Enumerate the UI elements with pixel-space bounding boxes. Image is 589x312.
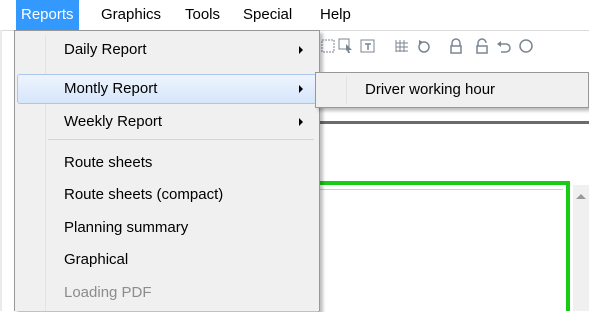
submenu-arrow-icon bbox=[299, 85, 303, 93]
menu-tools[interactable]: Tools bbox=[180, 0, 225, 30]
menu-item-weekly-report[interactable]: Weekly Report bbox=[17, 107, 317, 137]
menu-bar: Reports Graphics Tools Special Help bbox=[0, 0, 589, 31]
menu-item-graphical[interactable]: Graphical bbox=[17, 245, 317, 275]
menu-item-driver-working-hour[interactable]: Driver working hour bbox=[319, 75, 587, 105]
canvas-area[interactable] bbox=[318, 189, 563, 312]
menu-item-montly-report[interactable]: Montly Report bbox=[17, 74, 317, 104]
menu-item-label: Planning summary bbox=[64, 219, 189, 236]
menu-item-label: Route sheets bbox=[64, 154, 153, 171]
menu-item-loading-pdf[interactable]: Loading PDF bbox=[17, 278, 317, 308]
menu-item-route-sheets-compact[interactable]: Route sheets (compact) bbox=[17, 180, 317, 210]
menu-item-daily-report[interactable]: Daily Report bbox=[17, 35, 317, 65]
select-icon[interactable] bbox=[320, 38, 336, 54]
undo-icon[interactable] bbox=[496, 38, 512, 54]
menu-separator bbox=[48, 139, 314, 140]
vertical-scrollbar[interactable] bbox=[573, 185, 589, 311]
grid-icon[interactable] bbox=[394, 38, 410, 54]
submenu-arrow-icon bbox=[299, 118, 303, 126]
panel-divider bbox=[316, 121, 589, 124]
scroll-up-icon[interactable] bbox=[576, 194, 586, 199]
menu-item-planning-summary[interactable]: Planning summary bbox=[17, 213, 317, 243]
menu-item-label: Driver working hour bbox=[365, 81, 496, 98]
unlock-icon[interactable] bbox=[474, 38, 490, 54]
menu-help[interactable]: Help bbox=[315, 0, 356, 30]
menu-item-label: Daily Report bbox=[64, 41, 147, 58]
menu-item-route-sheets[interactable]: Route sheets bbox=[17, 148, 317, 178]
montly-report-submenu: Driver working hour bbox=[315, 72, 589, 108]
menu-graphics[interactable]: Graphics bbox=[96, 0, 166, 30]
menu-item-label: Route sheets (compact) bbox=[64, 186, 224, 203]
refresh-icon[interactable] bbox=[416, 38, 432, 54]
text-tool-icon[interactable] bbox=[360, 38, 376, 54]
canvas-border-top bbox=[316, 181, 570, 185]
lock-icon[interactable] bbox=[448, 38, 464, 54]
menu-reports[interactable]: Reports bbox=[16, 0, 79, 30]
menu-item-label: Loading PDF bbox=[64, 284, 152, 301]
menu-item-label: Graphical bbox=[64, 251, 129, 268]
canvas-border-right bbox=[566, 181, 570, 311]
select-arrow-icon[interactable] bbox=[338, 38, 354, 54]
reports-dropdown: Daily Report Montly Report Weekly Report… bbox=[14, 30, 320, 311]
toolbar bbox=[318, 32, 589, 60]
submenu-arrow-icon bbox=[299, 46, 303, 54]
menu-special[interactable]: Special bbox=[238, 0, 297, 30]
menu-item-label: Weekly Report bbox=[64, 113, 163, 130]
left-edge bbox=[0, 30, 2, 311]
redo-icon[interactable] bbox=[518, 38, 534, 54]
menu-item-label: Montly Report bbox=[64, 80, 158, 97]
